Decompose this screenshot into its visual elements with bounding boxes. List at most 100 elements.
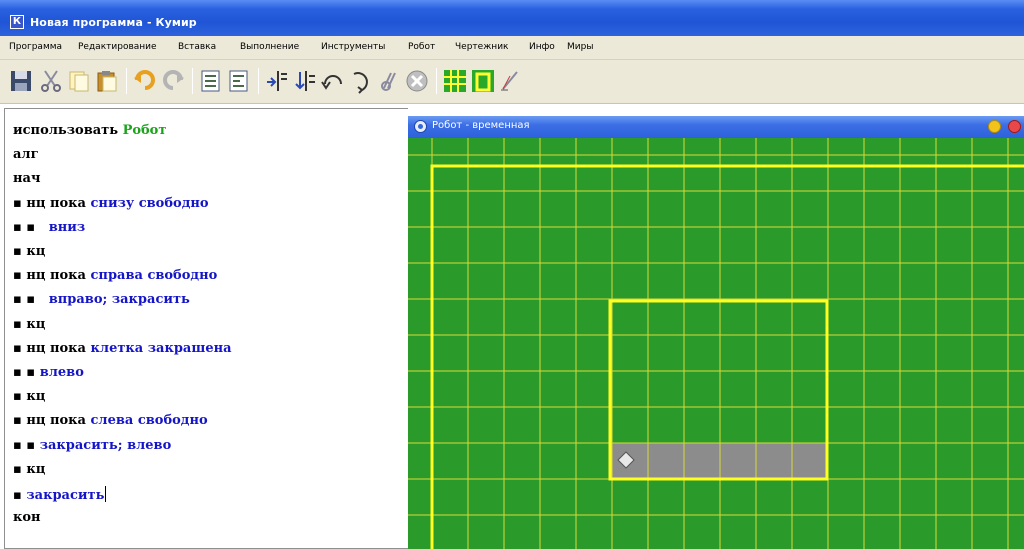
code-keyword: ▪ нц пока xyxy=(13,195,91,211)
code-identifier: справа свободно xyxy=(90,268,218,284)
code-keyword: нач xyxy=(13,171,41,187)
run-step-button[interactable] xyxy=(320,68,346,94)
menu-edit[interactable]: Редактирование xyxy=(78,42,157,52)
watch-icon xyxy=(381,72,396,91)
painted-cell xyxy=(792,443,828,479)
robot-field xyxy=(408,138,1024,549)
toolbar-separator xyxy=(192,68,193,94)
code-line[interactable]: алг xyxy=(13,147,39,171)
code-keyword: ▪ нц пока xyxy=(13,268,91,284)
code-keyword: алг xyxy=(13,147,39,163)
code-identifier: вниз xyxy=(48,219,86,235)
code-identifier: снизу свободно xyxy=(90,195,209,211)
code-keyword: ▪ кц xyxy=(13,461,46,477)
menu-run[interactable]: Выполнение xyxy=(240,42,299,52)
run-icon xyxy=(353,72,368,94)
code-identifier: слева свободно xyxy=(90,413,208,429)
code-keyword: ▪ нц пока xyxy=(13,340,91,356)
code-line[interactable]: ▪ ▪ влево xyxy=(13,365,84,389)
window-title: Новая программа - Кумир xyxy=(30,16,197,29)
menu-info[interactable]: Инфо xyxy=(529,42,555,52)
watch-button[interactable] xyxy=(376,68,402,94)
code-line[interactable]: ▪ кц xyxy=(13,317,45,341)
stop-icon xyxy=(406,70,428,92)
main-titlebar: К Новая программа - Кумир xyxy=(0,0,1024,36)
code-line[interactable]: ▪ нц пока слева свободно xyxy=(13,413,208,437)
step-out-icon xyxy=(295,71,315,91)
menu-program[interactable]: Программа xyxy=(9,42,62,52)
code-line[interactable]: ▪ нц пока снизу свободно xyxy=(13,196,209,220)
step-in-button[interactable] xyxy=(264,68,290,94)
close-button[interactable] xyxy=(1008,120,1021,133)
code-line[interactable]: ▪ кц xyxy=(13,462,45,486)
paste-icon xyxy=(97,71,117,92)
code-line[interactable]: нач xyxy=(13,171,40,195)
code-line[interactable]: ▪ кц xyxy=(13,244,45,268)
code-keyword: кон xyxy=(13,510,41,526)
code-identifier: закрасить xyxy=(26,488,105,503)
code-keyword: ▪ ▪ xyxy=(13,437,40,453)
menu-robot[interactable]: Робот xyxy=(408,42,435,52)
cut-button[interactable] xyxy=(38,68,64,94)
painted-cell xyxy=(648,443,684,479)
run-button[interactable] xyxy=(348,68,374,94)
code-line[interactable]: ▪ ▪ вправо; закрасить xyxy=(13,292,190,316)
step-in-icon xyxy=(267,71,287,91)
code-line[interactable]: ▪ нц пока справа свободно xyxy=(13,268,217,292)
paste-button[interactable] xyxy=(94,68,120,94)
kumir-app-icon: К xyxy=(10,15,24,29)
draftsman-icon xyxy=(501,71,518,91)
robot-window-icon xyxy=(472,70,494,92)
toolbar-separator xyxy=(126,68,127,94)
code-identifier: влево xyxy=(127,437,172,453)
code-line[interactable]: использовать Робот xyxy=(13,123,166,147)
code-identifier: вправо; закрасить xyxy=(48,292,190,308)
code-line[interactable]: кон xyxy=(13,510,41,534)
robot-window-icon xyxy=(414,120,427,133)
draftsman-button[interactable] xyxy=(498,68,524,94)
robot-field-button[interactable] xyxy=(442,68,468,94)
stop-button[interactable] xyxy=(404,68,430,94)
redo-button[interactable] xyxy=(160,68,186,94)
robot-field-canvas xyxy=(408,138,1024,549)
text-cursor xyxy=(105,486,107,502)
step-out-button[interactable] xyxy=(292,68,318,94)
menu-insert[interactable]: Вставка xyxy=(178,42,216,52)
robot-window-titlebar[interactable]: Робот - временная xyxy=(408,116,1024,138)
painted-cell xyxy=(720,443,756,479)
insert-line-button[interactable] xyxy=(198,68,224,94)
code-line[interactable]: ▪ ▪ вниз xyxy=(13,220,85,244)
code-identifier: клетка закрашена xyxy=(90,340,232,356)
robot-window-button[interactable] xyxy=(470,68,496,94)
delete-line-button[interactable] xyxy=(226,68,252,94)
code-editor[interactable]: использовать Робот алг нач ▪ нц пока снизу … xyxy=(4,108,408,549)
code-line[interactable]: ▪ ▪ закрасить; влево xyxy=(13,438,171,462)
code-line[interactable]: ▪ закрасить xyxy=(13,486,107,510)
redo-icon xyxy=(163,70,184,90)
code-keyword: ▪ ▪ xyxy=(13,365,40,380)
cut-icon xyxy=(41,70,61,92)
save-icon xyxy=(11,71,31,91)
toolbar-separator xyxy=(436,68,437,94)
copy-button[interactable] xyxy=(66,68,92,94)
code-identifier: Робот xyxy=(122,123,167,138)
menu-bar: Программа Редактирование Вставка Выполне… xyxy=(0,36,1024,60)
code-line[interactable]: ▪ кц xyxy=(13,389,45,413)
toolbar xyxy=(0,60,1024,104)
code-keyword: использовать xyxy=(13,123,123,138)
save-button[interactable] xyxy=(8,68,34,94)
code-keyword: ▪ ▪ xyxy=(13,292,49,308)
menu-tools[interactable]: Инструменты xyxy=(321,42,385,52)
painted-cell xyxy=(756,443,792,479)
code-keyword: ▪ кц xyxy=(13,244,46,259)
code-keyword: ▪ кц xyxy=(13,316,46,332)
code-keyword: ▪ нц пока xyxy=(13,413,91,429)
menu-draftsman[interactable]: Чертежник xyxy=(455,42,508,52)
painted-cell xyxy=(684,443,720,479)
code-line[interactable]: ▪ нц пока клетка закрашена xyxy=(13,341,232,365)
minimize-button[interactable] xyxy=(988,120,1001,133)
code-identifier: влево xyxy=(39,365,84,380)
robot-field-icon xyxy=(444,70,466,92)
menu-worlds[interactable]: Миры xyxy=(567,42,593,52)
undo-button[interactable] xyxy=(132,68,158,94)
